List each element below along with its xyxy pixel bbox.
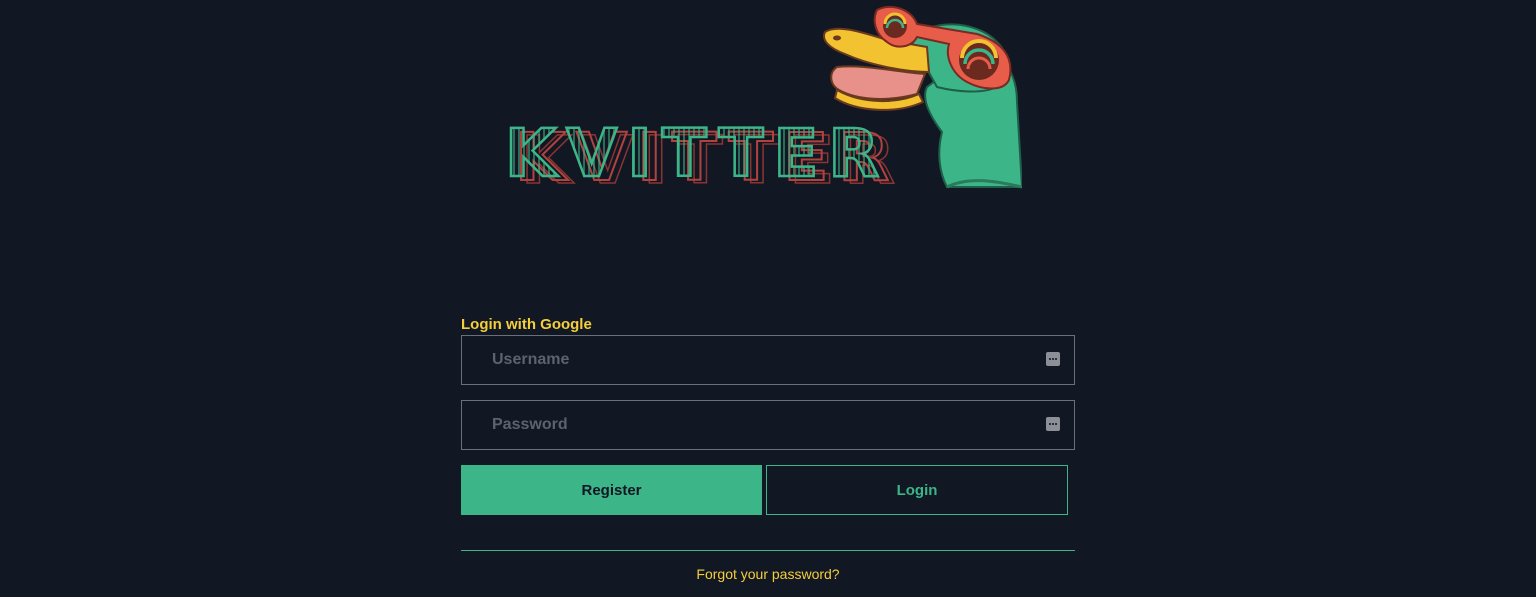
kvitter-logo: KVITTER KVITTER KVITTER bbox=[504, 0, 1025, 200]
password-input[interactable] bbox=[462, 401, 1074, 449]
forgot-password-link[interactable]: Forgot your password? bbox=[461, 566, 1075, 582]
password-manager-key-icon[interactable] bbox=[1046, 352, 1060, 366]
password-field bbox=[461, 400, 1075, 450]
login-with-google-link[interactable]: Login with Google bbox=[461, 316, 592, 333]
duck-with-sunglasses-icon bbox=[823, 5, 1022, 189]
login-page: KVITTER KVITTER KVITTER bbox=[0, 0, 1536, 597]
username-field bbox=[461, 335, 1075, 385]
username-input[interactable] bbox=[462, 336, 1074, 384]
register-button[interactable]: Register bbox=[461, 465, 762, 515]
login-button[interactable]: Login bbox=[766, 465, 1068, 515]
divider bbox=[461, 550, 1075, 551]
password-manager-key-icon[interactable] bbox=[1046, 417, 1060, 431]
